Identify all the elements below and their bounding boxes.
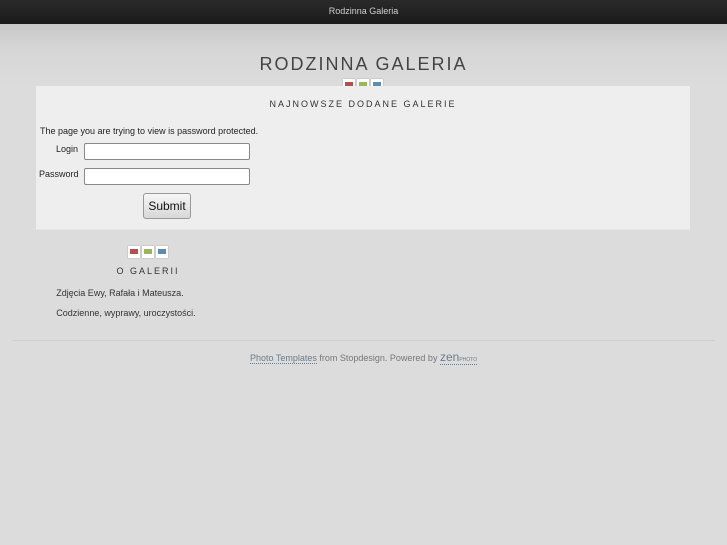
submit-button[interactable]: Submit — [143, 193, 191, 219]
footer-text: from Stopdesign. Powered by — [316, 353, 440, 363]
red-square-icon — [128, 246, 140, 258]
site-title[interactable]: RODZINNA GALERIA — [0, 54, 727, 75]
photo-templates-link[interactable]: Photo Templates — [249, 353, 317, 364]
gallery-heading: NAJNOWSZE DODANE GALERIE — [269, 99, 457, 109]
window-title: Rodzinna Galeria — [328, 6, 399, 16]
about-heading: O GALERII — [116, 266, 180, 276]
about-line-2: Codzienne, wyprawy, uroczystości. — [56, 308, 196, 318]
green-square-icon — [142, 246, 154, 258]
password-message: The page you are trying to view is passw… — [40, 126, 259, 136]
about-line-1: Zdjęcia Ewy, Rafała i Mateusza. — [56, 288, 184, 298]
password-input[interactable] — [84, 168, 250, 185]
password-label: Password — [39, 169, 79, 179]
about-squares-icon — [128, 246, 170, 260]
blue-square-icon — [156, 246, 168, 258]
footer-divider — [12, 340, 715, 341]
window-titlebar: Rodzinna Galeria — [0, 0, 727, 26]
footer: Photo Templates from Stopdesign. Powered… — [0, 350, 727, 365]
login-label: Login — [56, 144, 79, 154]
login-input[interactable] — [84, 143, 250, 160]
login-panel: NAJNOWSZE DODANE GALERIE The page you ar… — [36, 86, 690, 230]
zenphoto-logo-text: zen — [439, 350, 460, 364]
zenphoto-logo-link[interactable]: zenPHOTO — [439, 350, 478, 365]
zenphoto-logo-small: PHOTO — [459, 357, 478, 363]
